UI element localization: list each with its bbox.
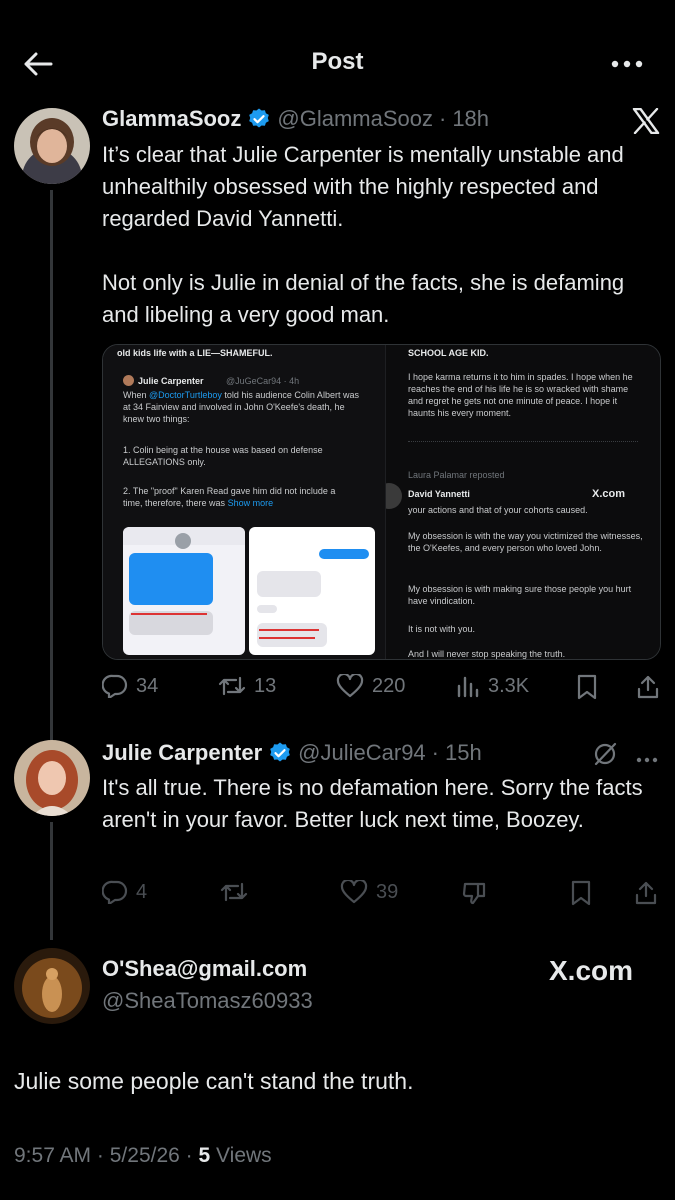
reply-name-row: O'Shea@gmail.com [102, 956, 307, 982]
media-right-body-6: And I will never stop speaking the truth… [407, 649, 566, 659]
embedded-avatar-icon [123, 375, 134, 386]
views-button[interactable]: 3.3K [456, 674, 529, 698]
heart-icon [336, 674, 364, 698]
tweet-media-image[interactable]: old kids life with a LIE—SHAMEFUL. Julie… [102, 344, 661, 660]
media-screenshot-right: SCHOOL AGE KID. I hope karma returns it … [384, 345, 660, 659]
xcom-brand-label: X.com [549, 955, 634, 986]
post-header: Post [0, 0, 675, 100]
share-icon [635, 881, 657, 905]
like-button[interactable]: 39 [340, 880, 398, 904]
bookmark-button[interactable] [576, 674, 598, 700]
repost-button[interactable]: 13 [218, 674, 276, 698]
repost-count: 13 [254, 674, 277, 697]
bookmark-icon [577, 674, 597, 700]
timestamp[interactable]: 18h [452, 106, 489, 132]
verified-badge-icon [268, 741, 292, 765]
reply-count: 34 [136, 674, 159, 697]
tweet-text: It’s clear that Julie Carpenter is menta… [102, 142, 625, 327]
media-left-point-1: 1. Colin being at the house was based on… [123, 445, 323, 467]
display-name[interactable]: GlammaSooz [102, 106, 241, 132]
repost-icon [220, 882, 248, 902]
media-right-xcom: X.com [591, 488, 625, 500]
repost-icon [218, 676, 246, 696]
media-right-body-4: My obsession is with making sure those p… [407, 584, 632, 606]
thread-line [50, 190, 53, 742]
handle[interactable]: @GlammaSooz [277, 106, 433, 132]
media-left-handle: @JuGeCar94 · 4h [226, 376, 300, 386]
views-count: 3.3K [488, 674, 530, 697]
media-right-top-line: SCHOOL AGE KID. [407, 348, 489, 358]
views-count: 5 [198, 1144, 211, 1167]
reply-icon [102, 880, 128, 904]
post-date[interactable]: 5/25/26 [110, 1144, 180, 1167]
separator-dot: · [438, 106, 447, 131]
more-options-icon[interactable] [609, 50, 645, 78]
media-left-body-1: When [123, 390, 147, 400]
handle[interactable]: @SheaTomasz60933 [102, 988, 313, 1014]
meta-separator: · [185, 1144, 193, 1167]
share-button[interactable] [636, 674, 660, 700]
media-right-reposted: Laura Palamar reposted [407, 470, 505, 480]
repost-button[interactable] [220, 880, 248, 904]
avatar-oshea[interactable] [14, 948, 90, 1024]
embedded-phone-screenshot-2 [249, 527, 375, 655]
media-screenshot-left: old kids life with a LIE—SHAMEFUL. Julie… [103, 345, 385, 659]
views-label: Views [216, 1144, 272, 1167]
reply-handle-row: @SheaTomasz60933 [102, 988, 313, 1014]
thumbs-down-icon [462, 882, 486, 905]
reply-text: Julie some people can't stand the truth. [14, 1068, 414, 1094]
display-name[interactable]: Julie Carpenter [102, 740, 262, 766]
reply-icon [102, 674, 128, 698]
thread-line-2 [50, 822, 53, 940]
media-left-show-more: Show more [227, 498, 274, 508]
meta-separator: · [96, 1144, 104, 1167]
media-right-name: David Yannetti [407, 489, 470, 499]
bookmark-icon [571, 880, 591, 906]
post-time[interactable]: 9:57 AM [14, 1144, 91, 1167]
views-chart-icon [457, 676, 479, 698]
tweet1-name-row: GlammaSooz @GlammaSooz · 18h [102, 106, 489, 132]
media-right-body-2: your actions and that of your cohorts ca… [407, 505, 588, 515]
x-logo-icon [632, 107, 660, 139]
page-title: Post [311, 48, 364, 75]
reply-button[interactable]: 34 [102, 674, 158, 698]
verified-badge-icon [247, 107, 271, 131]
like-count: 220 [372, 674, 406, 697]
handle[interactable]: @JulieCar94 [298, 740, 426, 766]
embedded-avatar-2-icon [385, 483, 402, 509]
media-left-top-line: old kids life with a LIE—SHAMEFUL. [117, 348, 273, 358]
like-count: 39 [376, 880, 399, 903]
media-right-actions-icon [407, 441, 638, 449]
share-icon [637, 675, 659, 699]
reply-button[interactable]: 4 [102, 880, 147, 904]
media-right-body-1: I hope karma returns it to him in spades… [407, 372, 633, 418]
avatar-julie-carpenter[interactable] [14, 740, 90, 816]
like-button[interactable]: 220 [336, 674, 405, 698]
tweet-text: It's all true. There is no defamation he… [102, 775, 643, 832]
media-right-body-3: My obsession is with the way you victimi… [407, 531, 643, 553]
tweet2-name-row: Julie Carpenter @JulieCar94 · 15h [102, 740, 482, 766]
heart-icon [340, 880, 368, 904]
media-left-point-2: 2. The "proof" Karen Read gave him did n… [123, 485, 353, 509]
post-meta: 9:57 AM · 5/25/26 · 5 Views [14, 1144, 272, 1168]
embedded-phone-screenshot-1 [123, 527, 245, 655]
media-left-body: When @DoctorTurtleboy told his audience … [123, 389, 363, 425]
display-name[interactable]: O'Shea@gmail.com [102, 956, 307, 982]
media-left-name: Julie Carpenter [138, 376, 204, 386]
bookmark-button[interactable] [570, 880, 592, 906]
tweet2-more-icon[interactable] [636, 750, 658, 768]
grok-icon[interactable] [592, 741, 618, 772]
media-left-mention: @DoctorTurtleboy [149, 390, 222, 400]
timestamp[interactable]: 15h [445, 740, 482, 766]
share-button[interactable] [634, 880, 658, 906]
avatar-glammasooz[interactable] [14, 108, 90, 184]
reply-count: 4 [136, 880, 148, 903]
dislike-button[interactable] [462, 880, 488, 906]
media-right-body-5: It is not with you. [407, 624, 476, 634]
separator-dot: · [431, 740, 439, 765]
